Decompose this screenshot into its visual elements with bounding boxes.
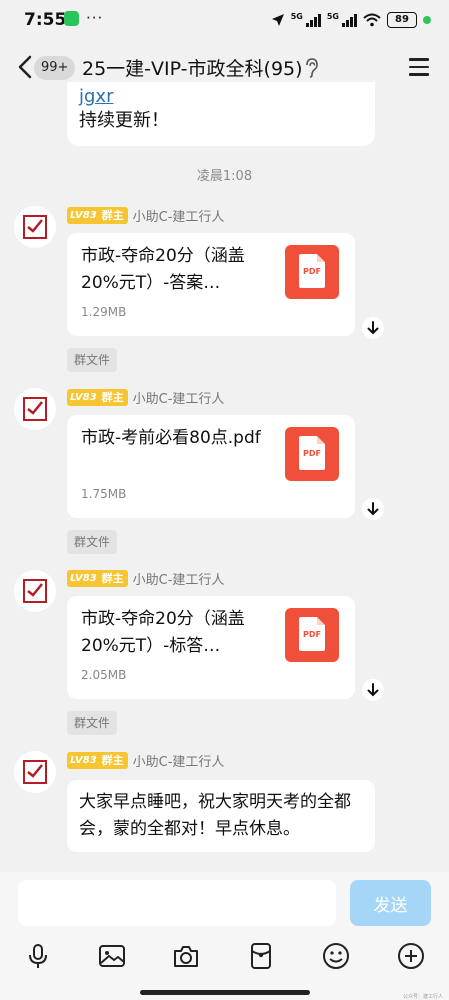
sender-row: LV83 群主 小助C-建工行人	[67, 205, 224, 225]
microphone-icon[interactable]	[24, 942, 52, 970]
download-icon[interactable]	[362, 498, 384, 520]
text-message-bubble[interactable]: 大家早点睡吧，祝大家明天考的全都会，蒙的全都对！早点休息。	[67, 780, 375, 852]
location-icon	[271, 14, 284, 26]
file-name: 市政-夺命20分（涵盖20%元T）-标答…	[81, 609, 245, 656]
status-icons: 5G 5G 89	[271, 9, 431, 31]
file-size: 1.75MB	[81, 487, 127, 501]
status-bar: 7:55 ··· 5G 5G 89	[0, 0, 449, 40]
ear-mode-icon	[306, 58, 318, 78]
file-name: 市政-考前必看80点.pdf	[81, 428, 261, 448]
signal-label-1: 5G	[290, 11, 303, 21]
plus-icon[interactable]	[397, 942, 425, 970]
signal-bars-2-icon	[342, 13, 357, 27]
message-text: 持续更新！	[79, 110, 169, 131]
wifi-icon	[363, 13, 381, 27]
sender-row: LV83 群主 小助C-建工行人	[67, 387, 224, 407]
group-file-tag[interactable]: 群文件	[67, 348, 118, 372]
send-button[interactable]: 发送	[350, 880, 431, 926]
signal-label-2: 5G	[326, 11, 339, 21]
sender-row: LV83 群主 小助C-建工行人	[67, 568, 224, 588]
group-file-tag[interactable]: 群文件	[67, 530, 118, 554]
emoji-icon[interactable]	[322, 942, 350, 970]
pdf-file-icon: PDF	[285, 245, 339, 299]
wechat-notification-icon	[64, 11, 79, 26]
input-toolbar	[0, 938, 449, 978]
download-icon[interactable]	[362, 679, 384, 701]
download-icon[interactable]	[362, 317, 384, 339]
file-name: 市政-夺命20分（涵盖20%元T）-答案…	[81, 246, 245, 293]
sender-row: LV83 群主 小助C-建工行人	[67, 750, 224, 770]
file-card[interactable]: 市政-夺命20分（涵盖20%元T）-标答… 2.05MB PDF	[67, 596, 355, 699]
level-badge: LV83 群主	[67, 569, 128, 587]
message-input[interactable]	[18, 880, 336, 926]
watermark: 公众号：建工行人	[402, 994, 443, 1000]
file-card[interactable]: 市政-夺命20分（涵盖20%元T）-答案… 1.29MB PDF	[67, 233, 355, 336]
avatar[interactable]	[14, 751, 56, 793]
camera-icon[interactable]	[172, 942, 200, 970]
sender-name: 小助C-建工行人	[132, 754, 225, 770]
unread-badge[interactable]: 99+	[34, 56, 76, 80]
status-time: 7:55	[24, 10, 67, 30]
signal-bars-1-icon	[305, 13, 321, 27]
message-link[interactable]: jgxr	[79, 86, 363, 108]
input-area: 发送	[0, 872, 449, 1000]
sender-name: 小助C-建工行人	[132, 391, 225, 407]
group-file-tag[interactable]: 群文件	[67, 711, 118, 735]
file-card[interactable]: 市政-考前必看80点.pdf 1.75MB PDF	[67, 415, 355, 518]
home-indicator[interactable]	[140, 990, 310, 995]
level-badge: LV83 群主	[67, 388, 128, 406]
more-notifications-icon: ···	[86, 9, 104, 27]
time-divider: 凌晨1:08	[196, 169, 253, 184]
avatar[interactable]	[14, 388, 56, 430]
active-indicator-icon	[423, 16, 431, 24]
battery-icon: 89	[387, 12, 417, 28]
pdf-file-icon: PDF	[285, 608, 339, 662]
sender-name: 小助C-建工行人	[132, 209, 225, 225]
file-size: 1.29MB	[81, 305, 127, 319]
level-badge: LV83 群主	[67, 206, 128, 224]
partial-message-bubble: jgxr 持续更新！	[67, 82, 375, 146]
chat-title[interactable]: 25一建-VIP-市政全科(95)	[82, 54, 303, 81]
avatar[interactable]	[14, 570, 56, 612]
image-icon[interactable]	[98, 942, 126, 970]
sender-name: 小助C-建工行人	[132, 572, 225, 588]
file-size: 2.05MB	[81, 668, 127, 682]
pdf-file-icon: PDF	[285, 427, 339, 481]
red-packet-icon[interactable]	[247, 942, 275, 970]
level-badge: LV83 群主	[67, 751, 128, 769]
avatar[interactable]	[14, 206, 56, 248]
menu-button[interactable]	[409, 58, 429, 76]
